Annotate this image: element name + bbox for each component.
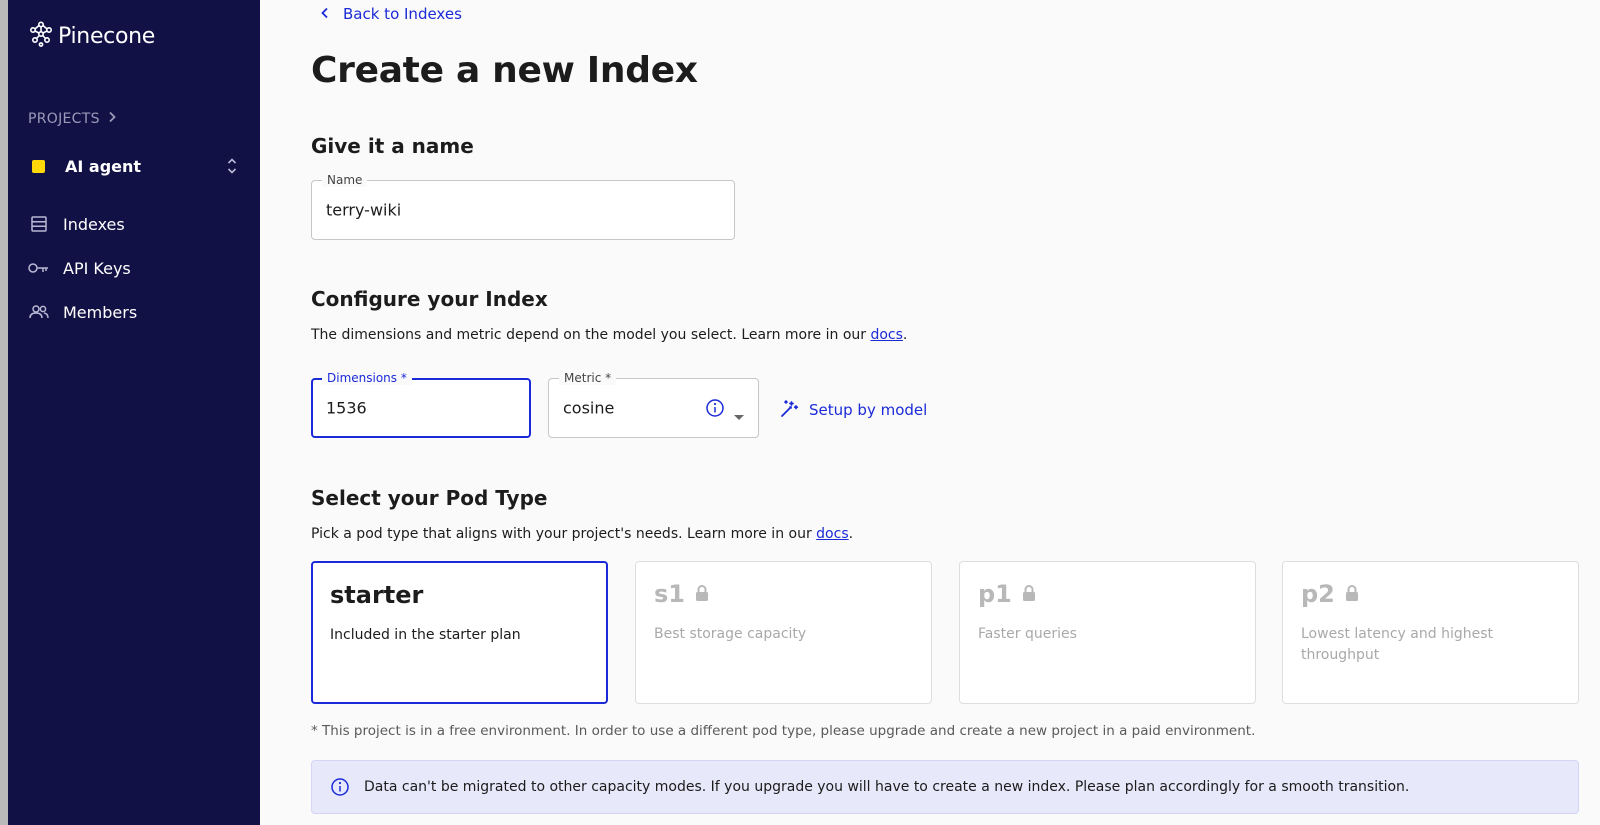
config-docs-link[interactable]: docs xyxy=(870,327,902,343)
sidebar-item-label: API Keys xyxy=(63,258,131,278)
pod-name-text: starter xyxy=(330,581,424,609)
caret-down-icon xyxy=(733,406,745,425)
pod-section-title: Select your Pod Type xyxy=(311,486,548,510)
page-title: Create a new Index xyxy=(311,50,698,91)
sidebar: Pinecone PROJECTS AI agent Indexes API K… xyxy=(8,0,260,825)
magic-wand-icon xyxy=(779,398,799,422)
metric-select[interactable]: Metric * cosine xyxy=(548,371,759,438)
dimensions-field[interactable]: Dimensions * 1536 xyxy=(311,371,531,438)
main-content: Back to Indexes Create a new Index Give … xyxy=(311,0,1591,825)
pod-desc: Included in the starter plan xyxy=(330,627,521,643)
config-desc-suffix: . xyxy=(902,327,908,343)
info-icon xyxy=(330,777,350,797)
brand-name: Pinecone xyxy=(58,23,156,49)
pod-card-starter[interactable]: starter Included in the starter plan xyxy=(311,561,608,704)
pod-name-text: s1 xyxy=(654,580,685,608)
sidebar-nav: Indexes API Keys Members xyxy=(28,202,242,334)
projects-label: PROJECTS xyxy=(28,111,100,127)
pod-desc-text: Pick a pod type that aligns with your pr… xyxy=(311,526,817,542)
window-edge xyxy=(0,0,8,825)
lock-icon xyxy=(1022,580,1036,608)
projects-link[interactable]: PROJECTS xyxy=(28,111,116,127)
pod-card-p1[interactable]: p1 Faster queries xyxy=(959,561,1256,704)
pod-desc: Lowest latency and highest throughput xyxy=(1301,626,1494,663)
project-name: AI agent xyxy=(65,156,142,176)
name-section-title: Give it a name xyxy=(311,134,474,158)
pod-name-text: p2 xyxy=(1301,580,1335,608)
dimensions-input[interactable]: 1536 xyxy=(326,399,367,418)
lock-icon xyxy=(695,580,709,608)
pinecone-logo[interactable]: Pinecone xyxy=(29,21,155,51)
pod-name: p1 xyxy=(978,580,1036,608)
name-field[interactable]: Name terry-wiki xyxy=(311,173,735,240)
setup-by-model-button[interactable]: Setup by model xyxy=(779,398,927,422)
pod-card-s1[interactable]: s1 Best storage capacity xyxy=(635,561,932,704)
sidebar-item-label: Members xyxy=(63,302,138,322)
pod-desc: Faster queries xyxy=(978,626,1077,642)
lock-icon xyxy=(1345,580,1359,608)
back-to-indexes-link[interactable]: Back to Indexes xyxy=(321,5,462,23)
chevron-left-icon xyxy=(321,5,329,23)
metric-label: Metric * xyxy=(559,371,617,385)
config-description: The dimensions and metric depend on the … xyxy=(311,327,907,343)
pod-description: Pick a pod type that aligns with your pr… xyxy=(311,526,853,542)
key-icon xyxy=(28,257,50,279)
info-alert: Data can't be migrated to other capacity… xyxy=(311,760,1579,814)
setup-by-model-label: Setup by model xyxy=(809,401,928,419)
pod-desc-suffix: . xyxy=(848,526,854,542)
pod-desc: Best storage capacity xyxy=(654,626,807,642)
pod-name: s1 xyxy=(654,580,709,608)
name-field-label: Name xyxy=(322,173,368,187)
sidebar-item-api-keys[interactable]: API Keys xyxy=(28,246,242,290)
pod-footnote: * This project is in a free environment.… xyxy=(311,723,1256,739)
back-link-label: Back to Indexes xyxy=(343,5,462,23)
project-color-dot xyxy=(32,159,45,173)
people-icon xyxy=(28,301,50,323)
pod-card-p2[interactable]: p2 Lowest latency and highest throughput xyxy=(1282,561,1579,704)
metric-value: cosine xyxy=(563,398,615,418)
pod-name: p2 xyxy=(1301,580,1359,608)
pinecone-logo-icon xyxy=(29,21,53,51)
info-icon[interactable] xyxy=(705,398,725,422)
project-selector[interactable]: AI agent xyxy=(28,152,242,180)
alert-text: Data can't be migrated to other capacity… xyxy=(364,779,1410,795)
pod-name: starter xyxy=(330,581,423,609)
pod-docs-link[interactable]: docs xyxy=(816,526,848,542)
chevron-up-down-icon xyxy=(226,156,238,180)
sidebar-item-members[interactable]: Members xyxy=(28,290,242,334)
config-desc-text: The dimensions and metric depend on the … xyxy=(311,327,871,343)
name-input[interactable]: terry-wiki xyxy=(326,201,401,220)
list-icon xyxy=(28,213,50,235)
sidebar-item-indexes[interactable]: Indexes xyxy=(28,202,242,246)
sidebar-item-label: Indexes xyxy=(63,214,125,234)
config-section-title: Configure your Index xyxy=(311,287,548,311)
dimensions-label: Dimensions * xyxy=(322,371,412,385)
pod-name-text: p1 xyxy=(978,580,1012,608)
chevron-right-icon xyxy=(108,111,116,127)
